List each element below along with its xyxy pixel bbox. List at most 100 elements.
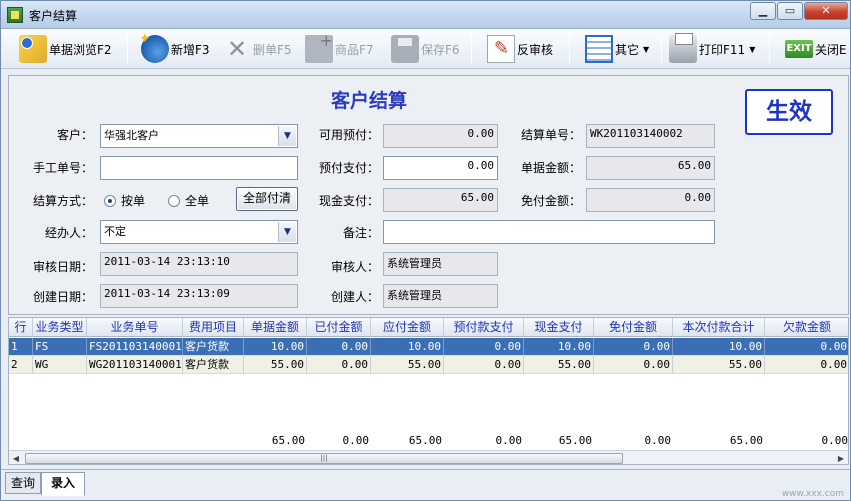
detail-grid[interactable]: 行 业务类型 业务单号 费用项目 单据金额 已付金额 应付金额 预付款支付 现金… xyxy=(8,317,849,465)
title-bar: 客户结算 ▁ ▭ ✕ xyxy=(1,1,850,29)
exit-button[interactable]: EXIT 关闭E xyxy=(785,33,847,65)
cell-biz-type: FS xyxy=(33,338,87,355)
toolbar: 单据浏览F2 新增F3 ✕ 删单F5 商品F7 保存F6 反审核 其它 ▼ xyxy=(1,29,850,69)
cell-payable: 10.00 xyxy=(371,338,444,355)
scroll-right-icon[interactable]: ▶ xyxy=(834,452,848,464)
browse-bills-button[interactable]: 单据浏览F2 xyxy=(19,33,112,65)
remark-label: 备注： xyxy=(342,226,379,240)
col-header-bill-amount[interactable]: 单据金额 xyxy=(244,318,307,337)
goods-label: 商品F7 xyxy=(335,42,374,57)
avail-prepay-label: 可用预付： xyxy=(318,128,379,142)
window-title: 客户结算 xyxy=(29,9,78,23)
cell-bill-amount: 10.00 xyxy=(244,338,307,355)
cell-cash-pay: 55.00 xyxy=(524,356,594,373)
audit-date-field: 2011-03-14 23:13:10 xyxy=(100,252,298,276)
total-paid-amount: 0.00 xyxy=(342,434,370,447)
customer-label: 客户： xyxy=(56,128,93,142)
mode-all-label: 全单 xyxy=(185,194,210,208)
col-header-prepay-pay[interactable]: 预付款支付 xyxy=(444,318,524,337)
auditor-label: 审核人： xyxy=(330,260,379,274)
creator-label: 创建人： xyxy=(330,290,379,304)
mode-all-radio[interactable]: 全单 xyxy=(168,192,209,209)
bill-amount-field: 65.00 xyxy=(586,156,715,180)
cell-row-no: 1 xyxy=(9,338,33,355)
new-button[interactable]: 新增F3 xyxy=(139,31,210,65)
watermark: www.xxx.com xyxy=(781,489,844,499)
mode-by-bill-radio[interactable]: 按单 xyxy=(104,192,145,209)
tab-query[interactable]: 查询 xyxy=(5,472,41,494)
bill-amount-label: 单据金额： xyxy=(520,161,581,175)
handler-value: 不定 xyxy=(104,225,126,238)
settlement-form: 客户结算 生效 客户： 手工单号： 结算方式： 经办人： 审核日期： 创建日期：… xyxy=(8,75,849,315)
col-header-owed[interactable]: 欠款金额 xyxy=(765,318,848,337)
cash-pay-label: 现金支付： xyxy=(318,194,379,208)
delete-label: 删单F5 xyxy=(253,42,292,57)
toolbar-separator xyxy=(769,35,770,63)
total-payable: 65.00 xyxy=(408,434,442,447)
col-header-cash-pay[interactable]: 现金支付 xyxy=(524,318,594,337)
delete-button[interactable]: ✕ 删单F5 xyxy=(223,33,292,65)
cash-pay-field: 65.00 xyxy=(383,188,498,212)
save-button[interactable]: 保存F6 xyxy=(391,33,460,65)
total-owed: 0.00 xyxy=(821,434,849,447)
window-controls: ▁ ▭ ✕ xyxy=(749,2,848,20)
table-row[interactable]: 2 WG WG201103140001 客户货款 55.00 0.00 55.0… xyxy=(9,356,848,374)
app-icon xyxy=(7,7,23,23)
col-header-biz-type[interactable]: 业务类型 xyxy=(33,318,87,337)
col-header-total-pay[interactable]: 本次付款合计 xyxy=(673,318,765,337)
total-bill-amount: 65.00 xyxy=(271,434,305,447)
cell-owed: 0.00 xyxy=(765,338,848,355)
col-header-fee-item[interactable]: 费用项目 xyxy=(183,318,244,337)
scroll-left-icon[interactable]: ◀ xyxy=(9,452,23,464)
col-header-biz-no[interactable]: 业务单号 xyxy=(87,318,183,337)
tab-entry[interactable]: 录入 xyxy=(41,472,85,496)
app-window: 客户结算 ▁ ▭ ✕ 单据浏览F2 新增F3 ✕ 删单F5 商品F7 保存F6 xyxy=(0,0,851,501)
radio-empty-icon xyxy=(168,194,180,207)
col-header-payable[interactable]: 应付金额 xyxy=(371,318,444,337)
pay-all-button[interactable]: 全部付清 xyxy=(236,187,298,211)
total-cash-pay: 65.00 xyxy=(558,434,592,447)
maximize-button[interactable]: ▭ xyxy=(777,2,803,20)
chevron-down-icon: ▼ xyxy=(643,44,650,54)
total-total-pay: 65.00 xyxy=(729,434,763,447)
scroll-thumb[interactable]: ||| xyxy=(25,453,623,464)
remark-input[interactable] xyxy=(383,220,715,244)
manual-no-label: 手工单号： xyxy=(32,161,93,175)
chevron-down-icon[interactable]: ▼ xyxy=(278,126,296,146)
col-header-waive[interactable]: 免付金额 xyxy=(594,318,673,337)
totals-row: 65.00 0.00 65.00 0.00 65.00 0.00 65.00 0… xyxy=(9,432,849,450)
create-date-field: 2011-03-14 23:13:09 xyxy=(100,284,298,308)
handler-label: 经办人： xyxy=(44,226,93,240)
print-menu-button[interactable]: 打印F11 ▼ xyxy=(669,33,755,65)
browse-icon xyxy=(19,35,47,63)
exit-label: 关闭E xyxy=(815,42,847,57)
close-window-button[interactable]: ✕ xyxy=(804,2,848,20)
other-menu-button[interactable]: 其它 ▼ xyxy=(585,33,649,65)
save-disk-icon xyxy=(391,35,419,63)
cell-cash-pay: 10.00 xyxy=(524,338,594,355)
unaudit-label: 反审核 xyxy=(517,42,554,57)
minimize-button[interactable]: ▁ xyxy=(750,2,776,20)
customer-combo[interactable]: 华强北客户 ▼ xyxy=(100,124,298,148)
cell-bill-amount: 55.00 xyxy=(244,356,307,373)
toolbar-separator xyxy=(661,35,662,63)
cell-prepay-pay: 0.00 xyxy=(444,338,524,355)
unaudit-button[interactable]: 反审核 xyxy=(487,33,553,65)
manual-no-input[interactable] xyxy=(100,156,298,180)
cell-total-pay: 10.00 xyxy=(673,338,765,355)
mode-by-bill-label: 按单 xyxy=(121,194,146,208)
form-title: 客户结算 xyxy=(330,90,407,112)
prepay-pay-input[interactable]: 0.00 xyxy=(383,156,498,180)
settle-no-label: 结算单号： xyxy=(520,128,581,142)
goods-add-icon xyxy=(305,31,333,63)
cell-biz-no: WG201103140001 xyxy=(89,356,183,373)
goods-button[interactable]: 商品F7 xyxy=(305,31,374,65)
col-header-row[interactable]: 行 xyxy=(9,318,33,337)
cell-biz-type: WG xyxy=(33,356,87,373)
handler-combo[interactable]: 不定 ▼ xyxy=(100,220,298,244)
col-header-paid-amount[interactable]: 已付金额 xyxy=(307,318,371,337)
table-row[interactable]: 1 FS FS201103140001 客户货款 10.00 0.00 10.0… xyxy=(9,338,848,356)
chevron-down-icon[interactable]: ▼ xyxy=(278,222,296,242)
bottom-tabs: 查询 录入 www.xxx.com xyxy=(1,469,850,500)
horizontal-scrollbar[interactable]: ◀ ||| ▶ xyxy=(9,450,848,464)
